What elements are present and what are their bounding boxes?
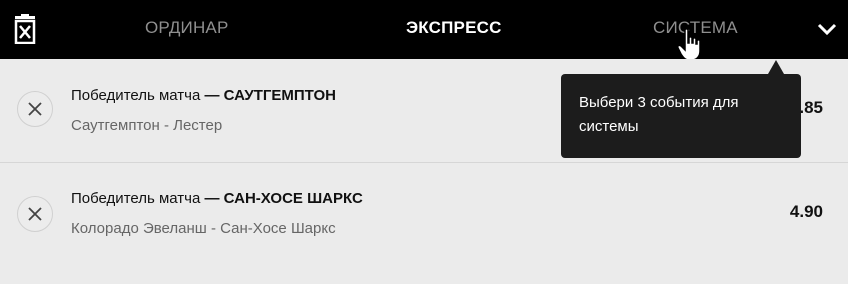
bet-event: Колорадо Эвеланш - Сан-Хосе Шаркс [71, 220, 336, 237]
market-label: Победитель матча [71, 190, 205, 207]
bet-type-header: ОРДИНАР ЭКСПРЕСС СИСТЕМА [0, 0, 848, 59]
chevron-down-icon[interactable] [816, 20, 838, 38]
bet-pick: — САУТГЕМПТОН [204, 87, 336, 104]
bet-market: Победитель матча — САУТГЕМПТОН [71, 87, 336, 104]
remove-bet-button[interactable] [17, 196, 53, 232]
hand-cursor-icon [677, 28, 701, 61]
bet-market: Победитель матча — САН-ХОСЕ ШАРКС [71, 190, 363, 207]
bet-pick: — САН-ХОСЕ ШАРКС [204, 190, 363, 207]
tooltip-line: Выбери 3 события для [579, 94, 739, 111]
bet-row: Победитель матча — САН-ХОСЕ ШАРКС Колора… [0, 163, 848, 284]
tab-express[interactable]: ЭКСПРЕСС [406, 18, 502, 38]
clear-betslip-icon[interactable] [14, 14, 36, 44]
close-icon [28, 207, 42, 221]
tooltip-line: системы [579, 118, 639, 135]
bet-odds: 4.90 [789, 202, 823, 221]
tooltip-arrow [768, 60, 784, 74]
remove-bet-button[interactable] [17, 91, 53, 127]
tab-ordinar[interactable]: ОРДИНАР [145, 18, 229, 38]
bet-event: Саутгемптон - Лестер [71, 117, 223, 134]
close-icon [28, 102, 42, 116]
market-label: Победитель матча [71, 87, 205, 104]
system-hint-tooltip: Выбери 3 события для системы [561, 74, 801, 158]
